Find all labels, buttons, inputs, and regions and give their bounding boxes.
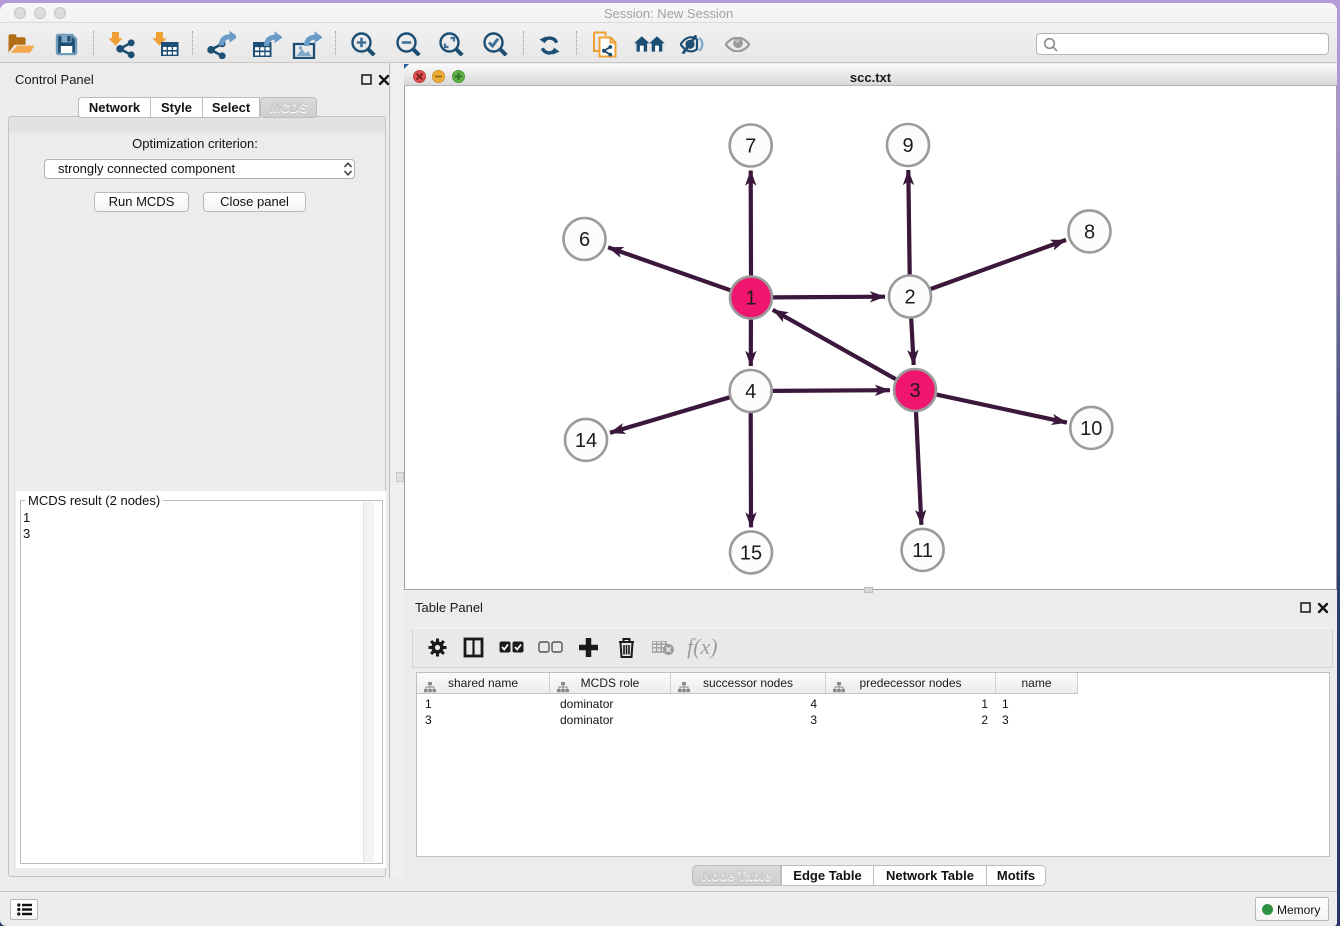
svg-text:9: 9	[902, 135, 913, 157]
svg-text:2: 2	[904, 287, 915, 309]
svg-text:4: 4	[745, 381, 756, 403]
svg-text:7: 7	[745, 136, 756, 158]
svg-text:3: 3	[909, 380, 920, 402]
svg-text:14: 14	[575, 430, 597, 452]
svg-text:11: 11	[912, 540, 933, 562]
svg-text:1: 1	[745, 288, 756, 310]
svg-text:8: 8	[1084, 221, 1095, 243]
svg-text:6: 6	[579, 229, 590, 251]
svg-text:10: 10	[1080, 418, 1102, 440]
svg-text:15: 15	[740, 542, 762, 564]
